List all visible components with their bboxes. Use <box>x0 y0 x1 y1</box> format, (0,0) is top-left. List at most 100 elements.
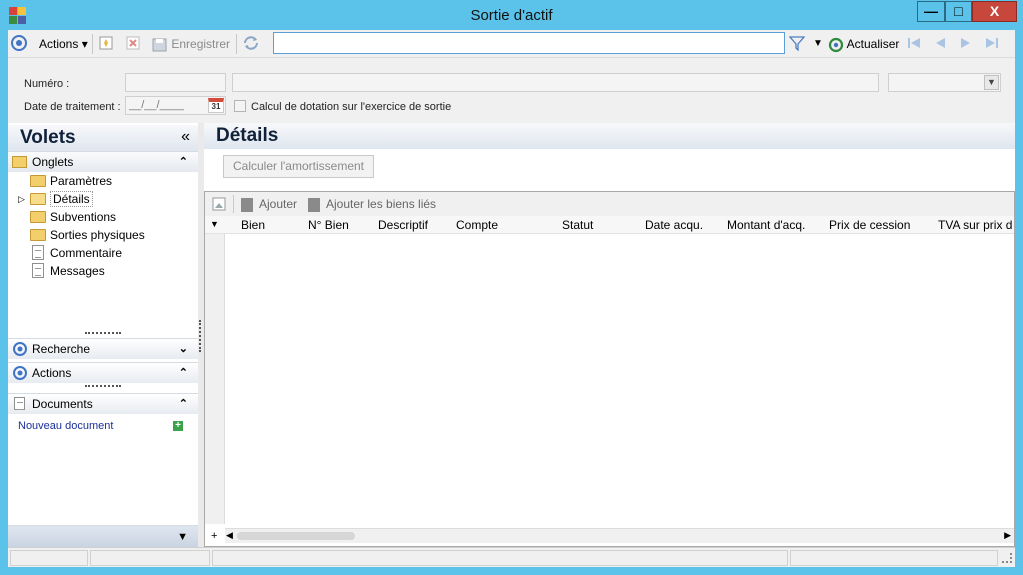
document-icon <box>32 245 44 260</box>
horizontal-scrollbar[interactable]: + ◀ ▶ <box>211 528 1014 543</box>
actions-group-header[interactable]: Actions ⌃ <box>8 362 198 383</box>
sync-icon[interactable] <box>242 35 260 53</box>
toolbar: Actions ▾ Enregistrer ▼ Actualiser <box>8 30 1015 58</box>
save-label: Enregistrer <box>171 37 231 51</box>
search-input[interactable] <box>274 33 784 53</box>
grid-toolbar: Ajouter Ajouter les biens liés <box>205 192 1014 216</box>
tree-item-messages[interactable]: Messages <box>30 262 105 280</box>
status-cell <box>790 550 998 566</box>
filter-dropdown-icon[interactable]: ▼ <box>813 35 823 53</box>
scroll-right-icon[interactable]: ▶ <box>1004 530 1011 541</box>
search-input-wrapper[interactable] <box>273 32 785 54</box>
document-icon <box>14 397 25 410</box>
description-field[interactable] <box>232 73 879 92</box>
scroll-left-icon[interactable]: ◀ <box>226 530 233 541</box>
column-header[interactable]: Descriptif <box>378 218 428 232</box>
export-icon[interactable] <box>212 197 226 214</box>
add-linked-label: Ajouter les biens liés <box>326 197 437 211</box>
documents-label: Documents <box>32 397 93 411</box>
calculate-depreciation-button[interactable]: Calculer l'amortissement <box>223 155 374 178</box>
numero-field[interactable] <box>125 73 226 92</box>
actions-menu[interactable]: Actions ▾ <box>39 35 88 53</box>
new-document-link[interactable]: Nouveau document <box>18 420 113 432</box>
last-icon[interactable] <box>984 35 1000 53</box>
title-bar[interactable]: Sortie d'actif — □ X <box>0 0 1023 30</box>
calendar-icon[interactable]: 31 <box>208 98 224 113</box>
expand-plus-icon[interactable]: + <box>211 530 217 542</box>
dotation-checkbox[interactable] <box>234 100 246 112</box>
main-panel: Détails Calculer l'amortissement Ajouter… <box>204 123 1015 547</box>
column-header[interactable]: Compte <box>456 218 498 232</box>
separator <box>236 34 237 54</box>
tree-item-label: Paramètres <box>50 174 113 188</box>
circle-target-icon[interactable] <box>11 35 27 53</box>
new-icon[interactable] <box>98 35 114 53</box>
delete-icon[interactable] <box>125 35 141 53</box>
tree-item-parametres[interactable]: Paramètres <box>30 172 112 190</box>
window-title: Sortie d'actif <box>470 7 553 24</box>
circle-target-icon <box>13 366 27 386</box>
actions-menu-label: Actions <box>39 37 79 51</box>
details-grid: Ajouter Ajouter les biens liés ▼ Bien N°… <box>204 191 1015 547</box>
expand-arrow-icon[interactable]: ▷ <box>18 190 25 208</box>
next-icon[interactable] <box>958 35 974 53</box>
sidebar-panel: Volets « Onglets ⌃ Paramètres ▷ Détails … <box>8 123 198 547</box>
column-header[interactable]: Bien <box>241 218 265 232</box>
maximize-button[interactable]: □ <box>945 1 972 22</box>
folder-icon <box>12 156 27 168</box>
actions-label: Actions <box>32 366 72 380</box>
date-field[interactable]: __/__/____ 31 <box>125 96 226 115</box>
dropdown-arrow-icon: ▾ <box>81 37 88 51</box>
tree-item-sorties-physiques[interactable]: Sorties physiques <box>30 226 145 244</box>
onglets-label: Onglets <box>32 155 74 169</box>
refresh-label: Actualiser <box>846 37 900 51</box>
column-header[interactable]: Prix de cession <box>829 218 910 232</box>
chevron-up-icon[interactable]: ⌃ <box>179 152 188 172</box>
collapse-icon[interactable]: « <box>181 128 190 146</box>
recherche-group-header[interactable]: Recherche ⌄ <box>8 338 198 359</box>
document-icon <box>32 263 44 278</box>
tree-item-label: Sorties physiques <box>50 228 145 242</box>
add-linked-button[interactable]: Ajouter les biens liés <box>308 197 436 212</box>
dropdown-arrow-icon[interactable]: ▼ <box>177 527 188 547</box>
add-row-button[interactable]: Ajouter <box>241 197 297 212</box>
tree-item-subventions[interactable]: Subventions <box>30 208 116 226</box>
resize-grip-icon[interactable] <box>1002 553 1012 563</box>
prev-icon[interactable] <box>932 35 948 53</box>
chevron-up-icon[interactable]: ⌃ <box>179 363 188 383</box>
chevron-down-icon[interactable]: ⌄ <box>179 339 188 359</box>
tree-item-details[interactable]: ▷ Détails <box>18 190 93 208</box>
refresh-button[interactable]: Actualiser <box>828 35 899 53</box>
column-header[interactable]: Montant d'acq. <box>727 218 805 232</box>
chevron-up-icon[interactable]: ⌃ <box>179 394 188 414</box>
add-row-icon <box>241 197 253 212</box>
column-header[interactable]: N° Bien <box>308 218 349 232</box>
save-button[interactable]: Enregistrer <box>152 35 230 53</box>
tree-item-label: Détails <box>50 191 93 207</box>
folder-open-icon <box>30 193 46 205</box>
splitter-grip[interactable] <box>85 385 121 388</box>
close-button[interactable]: X <box>972 1 1017 22</box>
column-header[interactable]: Statut <box>562 218 593 232</box>
filter-icon[interactable] <box>788 35 806 53</box>
column-header[interactable]: TVA sur prix d <box>938 218 1014 232</box>
column-header[interactable]: Date acqu. <box>645 218 703 232</box>
tree-item-commentaire[interactable]: Commentaire <box>30 244 122 262</box>
documents-group-header[interactable]: Documents ⌃ <box>8 393 198 414</box>
folder-icon <box>30 175 46 187</box>
add-icon[interactable]: + <box>173 421 183 431</box>
main-header: Détails <box>204 123 1015 149</box>
status-cell <box>10 550 88 566</box>
scroll-thumb[interactable] <box>237 532 355 540</box>
splitter-grip[interactable] <box>85 332 121 335</box>
status-select[interactable]: ▼ <box>888 73 1001 92</box>
page-title: Détails <box>216 125 279 146</box>
minimize-button[interactable]: — <box>917 1 945 22</box>
onglets-group-header[interactable]: Onglets ⌃ <box>8 151 198 172</box>
column-chooser-icon[interactable]: ▼ <box>210 219 219 229</box>
first-icon[interactable] <box>906 35 922 53</box>
status-cell <box>212 550 788 566</box>
panel-footer[interactable]: ▼ <box>8 525 198 547</box>
date-value: __/__/____ <box>129 99 185 111</box>
date-label: Date de traitement : <box>24 101 121 113</box>
